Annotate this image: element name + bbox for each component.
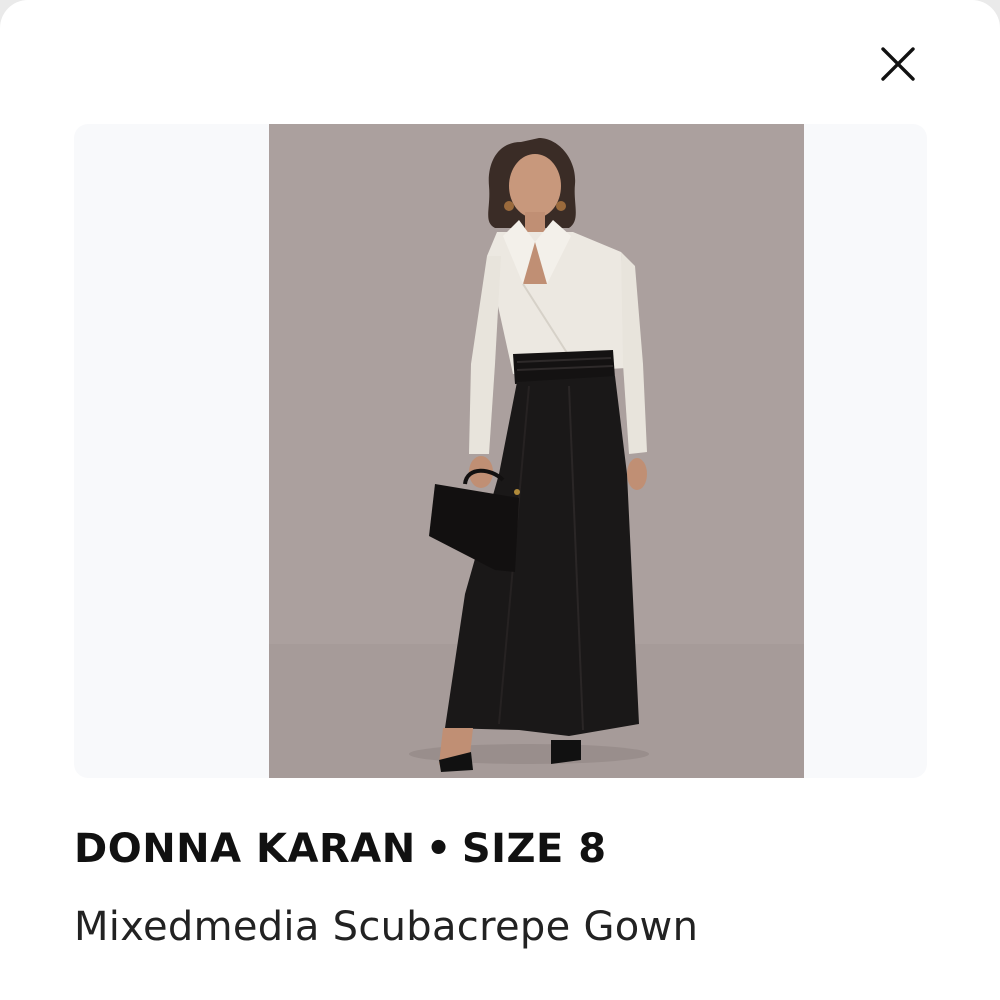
close-icon bbox=[881, 47, 915, 81]
product-image-card bbox=[74, 124, 927, 778]
product-detail-sheet: DONNA KARAN • SIZE 8 Mixedmedia Scubacrepe… bbox=[0, 0, 1000, 1000]
product-name: Mixedmedia Scubacrepe Gown bbox=[74, 904, 699, 950]
size-label: SIZE 8 bbox=[461, 826, 607, 872]
brand-name: DONNA KARAN bbox=[74, 826, 416, 872]
model-illustration bbox=[269, 124, 804, 778]
separator-dot: • bbox=[425, 826, 452, 872]
brand-size-line: DONNA KARAN • SIZE 8 bbox=[74, 826, 607, 872]
product-photo[interactable] bbox=[269, 124, 804, 778]
close-button[interactable] bbox=[872, 38, 924, 90]
